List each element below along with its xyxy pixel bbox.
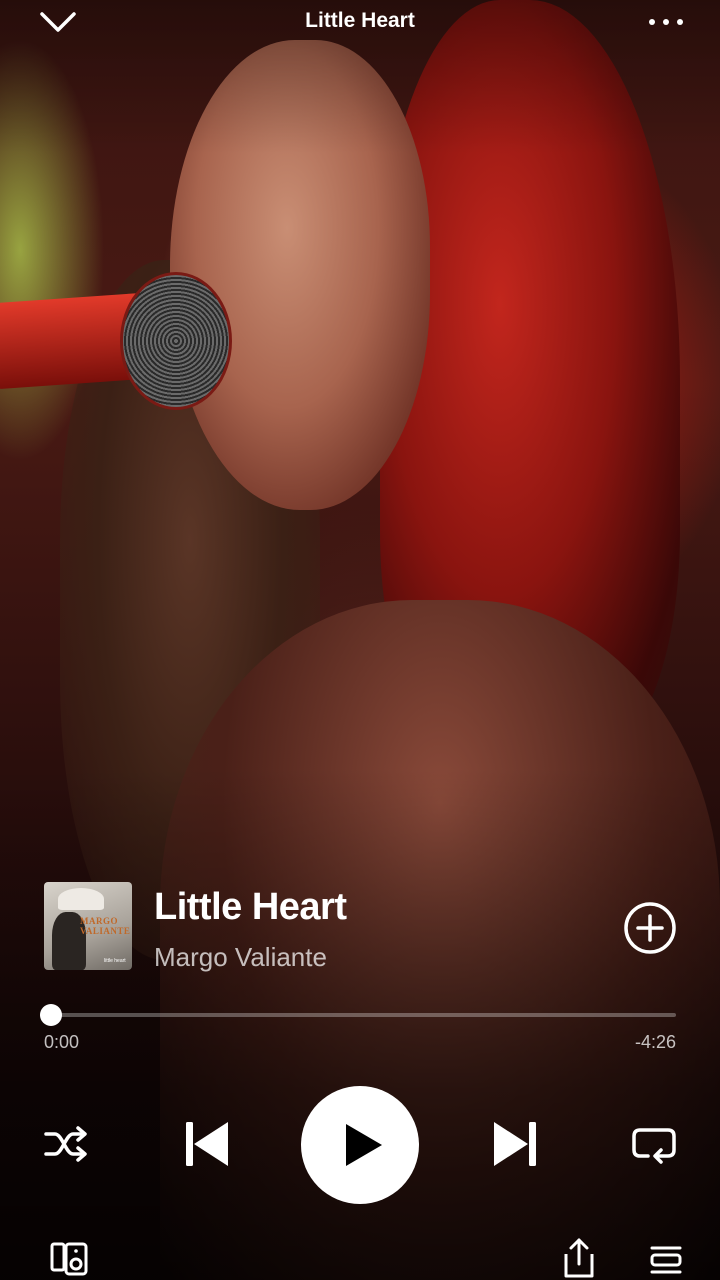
cover-artist-text: MARGO VALIANTE (80, 916, 130, 936)
cover-small-text: little heart (104, 958, 126, 964)
share-icon[interactable] (558, 1236, 600, 1280)
artist-name[interactable]: Margo Valiante (154, 942, 327, 973)
add-circle-icon[interactable] (622, 900, 678, 956)
skip-previous-icon[interactable] (180, 1118, 234, 1170)
more-horizontal-icon[interactable] (646, 10, 686, 34)
play-icon (346, 1124, 382, 1166)
cover-hat (58, 888, 104, 910)
cover-text-line2: VALIANTE (80, 926, 131, 936)
queue-icon[interactable] (646, 1240, 686, 1280)
album-cover[interactable]: MARGO VALIANTE little heart (44, 882, 132, 970)
remaining-time: -4:26 (634, 1032, 676, 1052)
elapsed-time: 0:00 (44, 1032, 80, 1052)
cover-text-line1: MARGO (80, 916, 118, 926)
connect-device-icon[interactable] (48, 1238, 90, 1278)
page-title: Little Heart (305, 9, 415, 32)
progress-bar[interactable] (50, 1013, 676, 1017)
play-button[interactable] (301, 1086, 419, 1204)
progress-knob[interactable] (40, 1004, 62, 1026)
track-title[interactable]: Little Heart (154, 886, 347, 929)
repeat-icon[interactable] (628, 1120, 680, 1168)
shuffle-icon[interactable] (42, 1120, 92, 1168)
top-bar: Little Heart (0, 0, 720, 44)
skip-next-icon[interactable] (488, 1118, 542, 1170)
